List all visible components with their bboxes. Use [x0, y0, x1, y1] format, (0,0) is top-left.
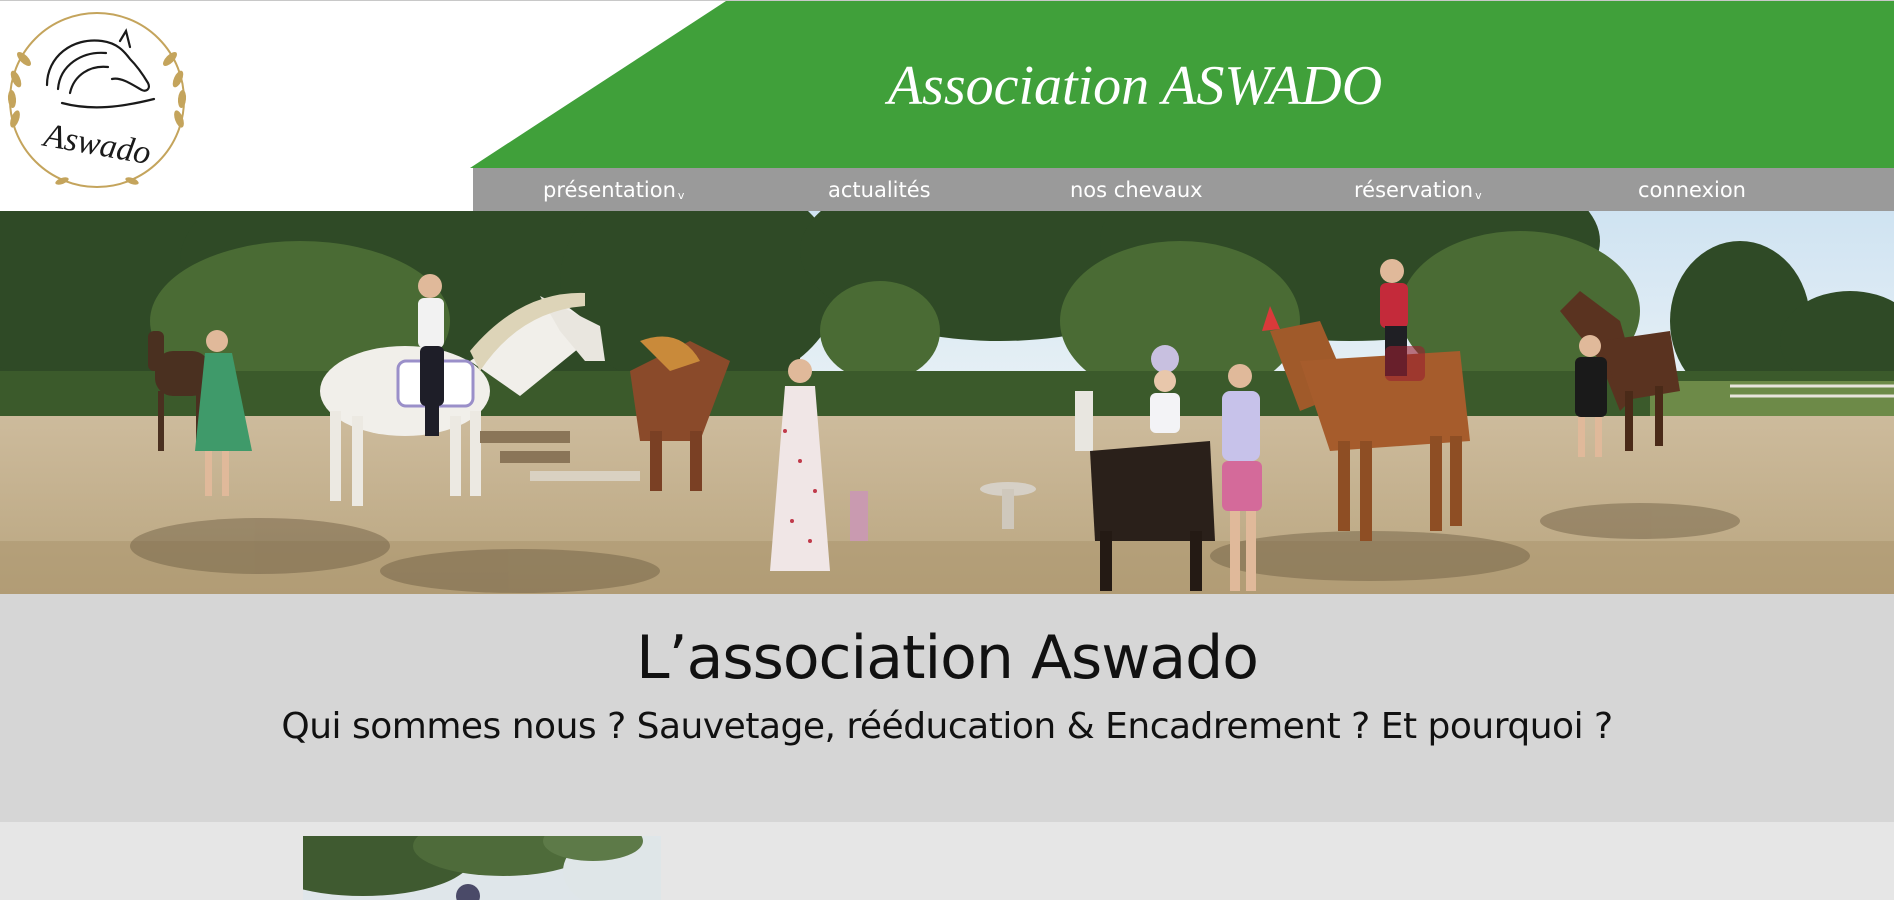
chevron-down-icon: v	[677, 189, 685, 202]
logo-icon: Aswado	[7, 12, 187, 188]
nav-item-connexion[interactable]: connexion	[1638, 168, 1746, 212]
nav-item-label: connexion	[1638, 178, 1746, 202]
site-header: Aswado Association ASWADO présentation v …	[0, 0, 1894, 212]
nav-item-label: actualités	[828, 178, 931, 202]
nav-item-presentation[interactable]: présentation v	[543, 168, 684, 212]
content-section	[0, 822, 1894, 900]
svg-text:Aswado: Aswado	[39, 117, 153, 172]
intro-subtitle: Qui sommes nous ? Sauvetage, rééducation…	[281, 706, 1613, 747]
nav-item-label: nos chevaux	[1070, 178, 1203, 202]
page: Aswado Association ASWADO présentation v …	[0, 0, 1894, 900]
nav-item-label: réservation	[1354, 178, 1474, 202]
nav-item-nos-chevaux[interactable]: nos chevaux	[1070, 168, 1203, 212]
chevron-down-icon: v	[1475, 189, 1482, 202]
nav-item-label: présentation	[543, 178, 676, 202]
nav-item-reservation[interactable]: réservation v	[1354, 168, 1482, 212]
nav-item-actualites[interactable]: actualités	[828, 168, 931, 212]
article-thumbnail[interactable]	[303, 836, 661, 900]
site-title: Association ASWADO	[887, 55, 1383, 117]
logo-link[interactable]: Aswado	[2, 7, 192, 193]
hero-panorama-image	[0, 211, 1894, 594]
hero-photo	[0, 211, 1894, 594]
intro-section: L’association Aswado Qui sommes nous ? S…	[0, 594, 1894, 822]
main-nav: présentation v actualités nos chevaux rés…	[473, 168, 1894, 212]
article-thumbnail-photo	[303, 836, 661, 900]
intro-title: L’association Aswado	[636, 623, 1259, 693]
